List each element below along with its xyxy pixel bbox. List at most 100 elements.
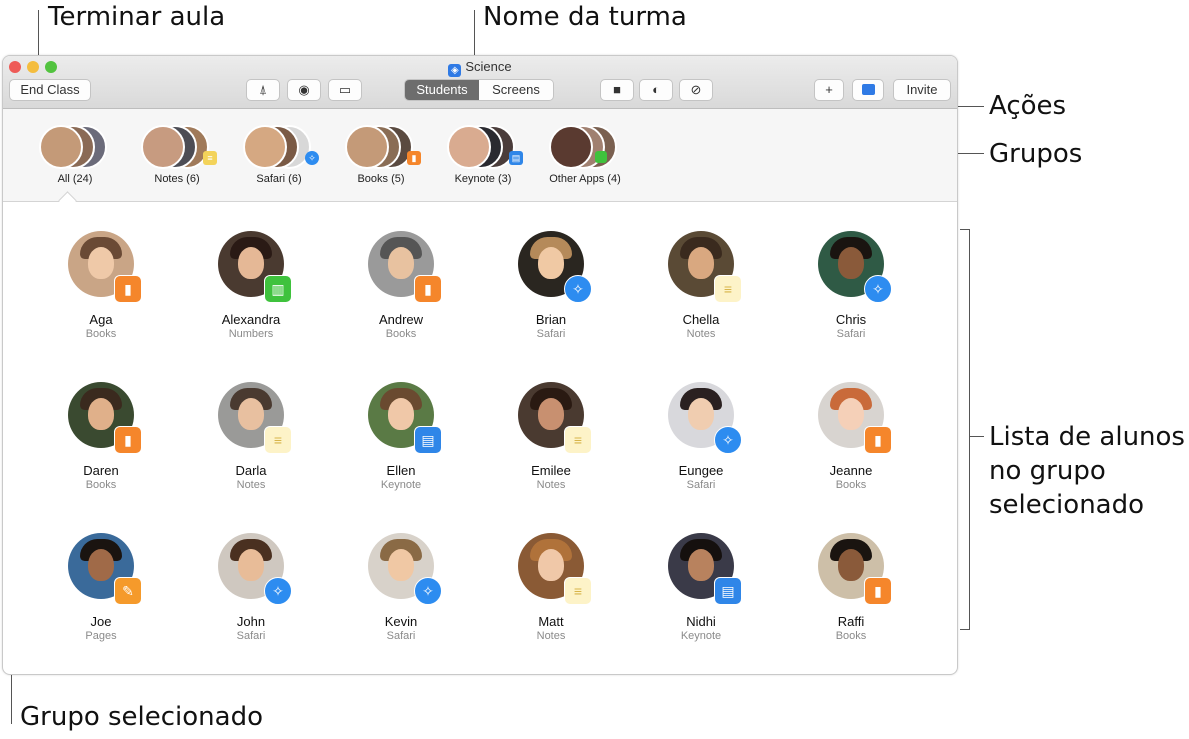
student-list-bracket-top (960, 229, 970, 230)
student-name: Aga (89, 312, 113, 327)
tab-screens[interactable]: Screens (479, 80, 553, 100)
student-app: Books (835, 479, 867, 491)
group-label: Notes (6) (154, 173, 200, 185)
add-button[interactable]: + (814, 79, 844, 101)
airplay-button[interactable]: ▭ (328, 79, 362, 101)
callout-end-class: Terminar aula (48, 2, 226, 32)
face (388, 398, 414, 430)
groups-bar: All (24) ≡ Notes (6) ✧ Safari (6) ▮ Book… (3, 109, 957, 202)
group-notes[interactable]: ≡ Notes (6) (127, 109, 227, 201)
classroom-button[interactable] (852, 79, 884, 101)
callout-groups: Grupos (989, 139, 1083, 169)
group-label: Keynote (3) (454, 173, 512, 185)
student-kevin[interactable]: ✧ Kevin Safari (326, 533, 476, 663)
student-john[interactable]: ✧ John Safari (176, 533, 326, 663)
group-label: All (24) (57, 173, 93, 185)
notes-icon: ≡ (264, 426, 292, 454)
student-name: Brian (535, 312, 567, 327)
student-app: Notes (236, 479, 266, 491)
safari-icon: ✧ (564, 275, 592, 303)
science-app-icon: ◈ (448, 64, 462, 77)
student-daren[interactable]: ▮ Daren Books (26, 382, 176, 512)
student-app: Safari (536, 328, 566, 340)
books-icon: ▮ (414, 275, 442, 303)
student-andrew[interactable]: ▮ Andrew Books (326, 231, 476, 361)
student-ellen[interactable]: ▤ Ellen Keynote (326, 382, 476, 512)
notes-icon: ≡ (714, 275, 742, 303)
face (538, 549, 564, 581)
eye-hidden-icon: ◐ (652, 82, 660, 97)
navigate-button[interactable]: ◉ (287, 79, 321, 101)
group-all[interactable]: All (24) (25, 109, 125, 201)
notes-icon: ≡ (564, 426, 592, 454)
face (688, 247, 714, 279)
student-app: Safari (386, 630, 416, 642)
keynote-icon: ▤ (414, 426, 442, 454)
mute-icon: ⊘ (690, 82, 702, 97)
safari-icon: ✧ (714, 426, 742, 454)
student-chris[interactable]: ✧ Chris Safari (776, 231, 926, 361)
view-tabs: Students Screens (404, 79, 554, 101)
class-name: Science (465, 59, 512, 74)
compass-icon: ◉ (298, 82, 310, 97)
face (238, 398, 264, 430)
student-jeanne[interactable]: ▮ Jeanne Books (776, 382, 926, 512)
face (838, 247, 864, 279)
student-matt[interactable]: ≡ Matt Notes (476, 533, 626, 663)
student-app: Books (835, 630, 867, 642)
notes-icon: ≡ (564, 577, 592, 605)
face (88, 398, 114, 430)
titlebar: ◈ Science End Class ⍋ ◉ ▭ Students Screen… (3, 56, 957, 109)
group-keynote[interactable]: ▤ Keynote (3) (433, 109, 533, 201)
avatar (39, 125, 83, 169)
student-raffi[interactable]: ▮ Raffi Books (776, 533, 926, 663)
end-class-button[interactable]: End Class (9, 79, 91, 101)
student-name: Chris (835, 312, 867, 327)
group-other-apps[interactable]: Other Apps (4) (535, 109, 635, 201)
classroom-window: ◈ Science End Class ⍋ ◉ ▭ Students Screen… (2, 55, 958, 675)
avatar (141, 125, 185, 169)
student-emilee[interactable]: ≡ Emilee Notes (476, 382, 626, 512)
lock-button[interactable]: ■ (600, 79, 634, 101)
student-app: Books (385, 328, 417, 340)
books-icon: ▮ (114, 275, 142, 303)
callout-line-student-list (970, 436, 984, 437)
group-books[interactable]: ▮ Books (5) (331, 109, 431, 201)
student-alexandra[interactable]: ▥ Alexandra Numbers (176, 231, 326, 361)
invite-button[interactable]: Invite (893, 79, 951, 101)
keynote-icon: ▤ (714, 577, 742, 605)
student-nidhi[interactable]: ▤ Nidhi Keynote (626, 533, 776, 663)
student-darla[interactable]: ≡ Darla Notes (176, 382, 326, 512)
classroom-icon (861, 84, 875, 95)
face (238, 247, 264, 279)
student-name: Jeanne (829, 463, 873, 478)
hide-button[interactable]: ◐ (639, 79, 673, 101)
student-aga[interactable]: ▮ Aga Books (26, 231, 176, 361)
books-icon: ▮ (864, 426, 892, 454)
student-list-bracket-bottom (960, 629, 970, 630)
group-safari[interactable]: ✧ Safari (6) (229, 109, 329, 201)
student-app: Safari (836, 328, 866, 340)
group-label: Books (5) (357, 173, 405, 185)
student-chella[interactable]: ≡ Chella Notes (626, 231, 776, 361)
student-app: Books (85, 479, 117, 491)
window-title: ◈ Science (3, 59, 957, 77)
student-name: Andrew (378, 312, 424, 327)
group-label: Safari (6) (256, 173, 302, 185)
callout-class-name: Nome da turma (483, 2, 687, 32)
student-app: Keynote (680, 630, 722, 642)
student-brian[interactable]: ✧ Brian Safari (476, 231, 626, 361)
student-eungee[interactable]: ✧ Eungee Safari (626, 382, 776, 512)
student-name: Chella (682, 312, 720, 327)
avatar (243, 125, 287, 169)
student-app: Books (85, 328, 117, 340)
face (688, 549, 714, 581)
safari-icon: ✧ (414, 577, 442, 605)
tab-students[interactable]: Students (405, 80, 479, 100)
mute-button[interactable]: ⊘ (679, 79, 713, 101)
face (838, 549, 864, 581)
student-app: Safari (686, 479, 716, 491)
student-name: Joe (90, 614, 112, 629)
student-joe[interactable]: ✎ Joe Pages (26, 533, 176, 663)
open-app-button[interactable]: ⍋ (246, 79, 280, 101)
